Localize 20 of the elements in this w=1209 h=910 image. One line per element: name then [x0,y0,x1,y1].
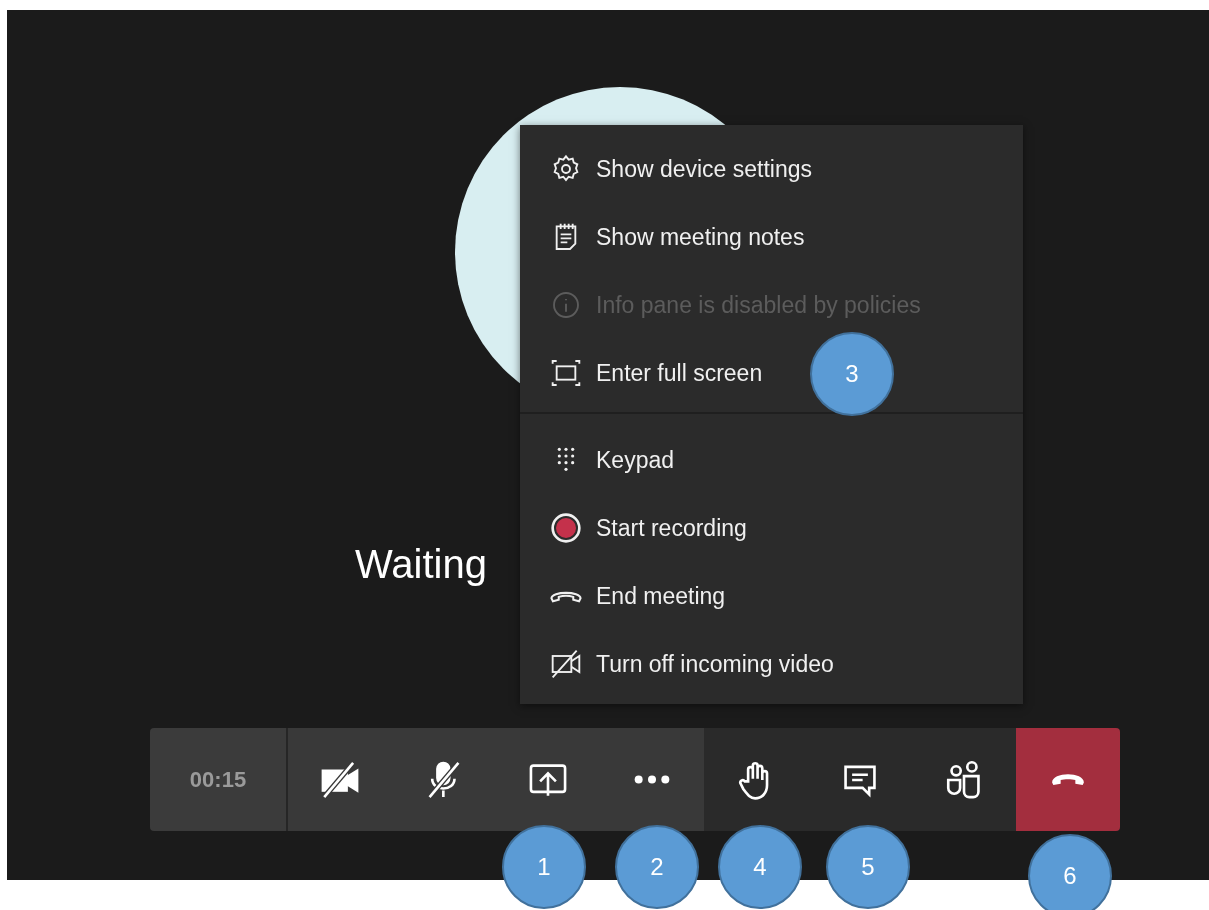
menu-item[interactable]: Enter full screen [520,339,793,407]
video-off-icon [550,648,582,680]
info-icon [550,289,582,321]
menu-item[interactable]: Keypad [520,426,704,494]
menu-item[interactable]: End meeting [520,562,756,630]
fullscreen-icon [550,357,582,389]
more-icon [634,774,670,785]
menu-item[interactable]: Start recording [520,494,777,562]
record-icon [550,512,582,544]
menu-item[interactable]: Show device settings [520,135,843,203]
callout-tooltip: 1 [502,825,586,909]
status-text: Waiting [355,542,487,587]
call-timer: 00:15 [150,728,288,831]
callout-tooltip: 4 [718,825,802,909]
menu-item[interactable]: Turn off incoming video [520,630,864,698]
callout-tooltip: 2 [615,825,699,909]
menu-item[interactable]: Show meeting notes [520,203,835,271]
phone-icon [550,589,582,603]
phone-icon [1050,774,1086,785]
callout-tooltip: 5 [826,825,910,909]
